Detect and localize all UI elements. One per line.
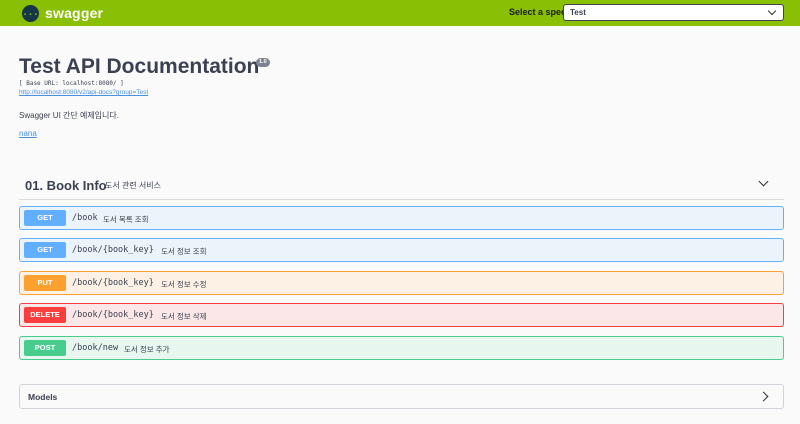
operation-path: /book/{book_key}: [72, 278, 154, 288]
operation-summary: 도서 목록 조회: [103, 215, 149, 224]
contact-link[interactable]: nana: [19, 129, 37, 138]
method-badge: PUT: [24, 275, 66, 291]
models-section[interactable]: Models: [19, 384, 784, 409]
api-docs-link[interactable]: http://localhost:8080/v2/api-docs?group=…: [19, 89, 148, 96]
tag-description: 도서 관련 서비스: [105, 181, 161, 190]
operation-path: /book/{book_key}: [72, 310, 154, 320]
brand-name: swagger: [45, 5, 104, 21]
operation-summary: 도서 정보 추가: [124, 345, 170, 354]
operation-summary: 도서 정보 조회: [161, 247, 207, 256]
chevron-right-icon[interactable]: [758, 391, 769, 402]
operation-delete-book[interactable]: DELETE /book/{book_key} 도서 정보 삭제: [19, 303, 784, 327]
base-url: [ Base URL: localhost:8080/ ]: [19, 80, 124, 87]
api-description: Swagger UI 간단 예제입니다.: [19, 111, 119, 120]
swagger-braces-icon: {...}: [17, 4, 44, 22]
select-spec-label: Select a spec: [509, 7, 567, 17]
operation-path: /book/new: [72, 343, 119, 353]
method-badge: POST: [24, 340, 66, 356]
operation-path: /book: [72, 213, 98, 223]
page-title: Test API Documentation: [19, 55, 260, 78]
operation-get-book[interactable]: GET /book/{book_key} 도서 정보 조회: [19, 238, 784, 262]
operation-get-book-list[interactable]: GET /book 도서 목록 조회: [19, 206, 784, 230]
method-badge: DELETE: [24, 307, 66, 323]
tag-book-info[interactable]: 01. Book Info 도서 관련 서비스: [19, 170, 784, 200]
selected-spec-value: Test: [570, 8, 586, 17]
tag-name: 01. Book Info: [25, 178, 107, 193]
method-badge: GET: [24, 210, 66, 226]
topbar: {...} swagger Select a spec Test: [0, 0, 800, 26]
spec-select[interactable]: Test: [563, 4, 784, 21]
chevron-down-icon[interactable]: [758, 176, 769, 187]
operation-path: /book/{book_key}: [72, 245, 154, 255]
operation-summary: 도서 정보 삭제: [161, 312, 207, 321]
operation-summary: 도서 정보 수정: [161, 280, 207, 289]
chevron-down-icon: [767, 6, 777, 16]
version-badge: 1.0: [256, 58, 270, 67]
operation-put-book[interactable]: PUT /book/{book_key} 도서 정보 수정: [19, 271, 784, 295]
models-label: Models: [28, 392, 58, 402]
operation-post-book[interactable]: POST /book/new 도서 정보 추가: [19, 336, 784, 360]
swagger-logo[interactable]: {...} swagger: [17, 4, 104, 22]
method-badge: GET: [24, 242, 66, 258]
